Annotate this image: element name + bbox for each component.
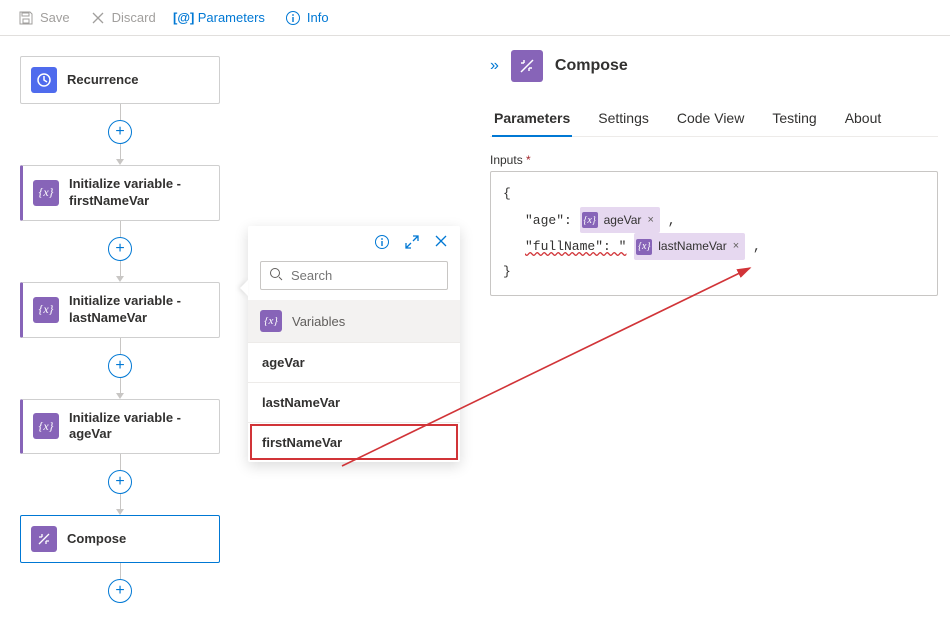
panel-header: » Compose [490, 50, 938, 82]
connector: + [20, 104, 220, 165]
compose-icon [31, 526, 57, 552]
discard-label: Discard [112, 10, 156, 25]
card-init-firstname[interactable]: {x} Initialize variable - firstNameVar [20, 165, 220, 221]
connector: + [20, 563, 220, 603]
discard-icon [90, 10, 106, 26]
compose-icon [511, 50, 543, 82]
variable-icon: {x} [582, 212, 598, 228]
variables-category-header[interactable]: {x} Variables [248, 300, 460, 342]
json-line: { [503, 182, 925, 207]
add-step-button[interactable]: + [108, 237, 132, 261]
tab-settings[interactable]: Settings [596, 104, 651, 136]
save-button[interactable]: Save [10, 6, 78, 30]
token-remove-icon[interactable]: × [647, 210, 653, 231]
info-button[interactable]: Info [277, 6, 337, 30]
action-panel: » Compose Parameters Settings Code View … [490, 50, 938, 296]
variable-icon: {x} [636, 239, 652, 255]
card-recurrence-title: Recurrence [67, 72, 139, 89]
variable-item-lastnamevar[interactable]: lastNameVar [248, 382, 460, 422]
add-step-button[interactable]: + [108, 120, 132, 144]
parameters-icon: [@] [176, 10, 192, 26]
parameters-label: Parameters [198, 10, 265, 25]
recurrence-icon [31, 67, 57, 93]
connector: + [20, 221, 220, 282]
variable-icon: {x} [33, 297, 59, 323]
variables-category-label: Variables [292, 314, 345, 329]
flyout-close-icon[interactable] [434, 234, 448, 253]
panel-collapse-icon[interactable]: » [490, 57, 499, 75]
card-compose[interactable]: Compose [20, 515, 220, 563]
inputs-field-label: Inputs * [490, 153, 938, 167]
flow-column: Recurrence + {x} Initialize variable - f… [20, 56, 220, 603]
token-remove-icon[interactable]: × [733, 236, 739, 257]
variable-item-agevar[interactable]: ageVar [248, 342, 460, 382]
card-init-age[interactable]: {x} Initialize variable - ageVar [20, 399, 220, 455]
tab-about[interactable]: About [843, 104, 884, 136]
tab-parameters[interactable]: Parameters [492, 104, 572, 136]
token-lastnamevar[interactable]: {x} lastNameVar × [634, 233, 745, 260]
flyout-toolbar [248, 226, 460, 257]
json-line: "age": {x} ageVar × , [503, 207, 925, 234]
json-line: } [503, 260, 925, 285]
designer-canvas: Recurrence + {x} Initialize variable - f… [0, 36, 950, 600]
flyout-expand-icon[interactable] [404, 234, 420, 253]
inputs-editor[interactable]: { "age": {x} ageVar × , "fullName": " {x… [490, 171, 938, 296]
required-indicator: * [526, 153, 531, 167]
discard-button[interactable]: Discard [82, 6, 164, 30]
variable-item-firstnamevar[interactable]: firstNameVar [248, 422, 460, 462]
save-icon [18, 10, 34, 26]
add-step-button[interactable]: + [108, 470, 132, 494]
variable-icon: {x} [33, 180, 59, 206]
info-label: Info [307, 10, 329, 25]
card-init-firstname-title: Initialize variable - firstNameVar [69, 176, 209, 210]
card-init-lastname[interactable]: {x} Initialize variable - lastNameVar [20, 282, 220, 338]
tab-code-view[interactable]: Code View [675, 104, 746, 136]
connector: + [20, 454, 220, 515]
search-box[interactable] [260, 261, 448, 290]
info-icon [285, 10, 301, 26]
flyout-info-icon[interactable] [374, 234, 390, 253]
add-step-button[interactable]: + [108, 354, 132, 378]
variable-icon: {x} [33, 413, 59, 439]
dynamic-content-flyout: {x} Variables ageVar lastNameVar firstNa… [248, 226, 460, 462]
json-line: "fullName": " {x} lastNameVar × , [503, 233, 925, 260]
save-label: Save [40, 10, 70, 25]
panel-title: Compose [555, 57, 628, 75]
card-recurrence[interactable]: Recurrence [20, 56, 220, 104]
token-agevar[interactable]: {x} ageVar × [580, 207, 660, 234]
tab-testing[interactable]: Testing [770, 104, 818, 136]
search-icon [269, 267, 283, 284]
designer-toolbar: Save Discard [@] Parameters Info [0, 0, 950, 36]
parameters-button[interactable]: [@] Parameters [168, 6, 273, 30]
connector: + [20, 338, 220, 399]
search-input[interactable] [291, 268, 467, 283]
card-init-age-title: Initialize variable - ageVar [69, 410, 209, 444]
panel-tabs: Parameters Settings Code View Testing Ab… [490, 104, 938, 137]
card-compose-title: Compose [67, 531, 126, 548]
variable-icon: {x} [260, 310, 282, 332]
card-init-lastname-title: Initialize variable - lastNameVar [69, 293, 209, 327]
